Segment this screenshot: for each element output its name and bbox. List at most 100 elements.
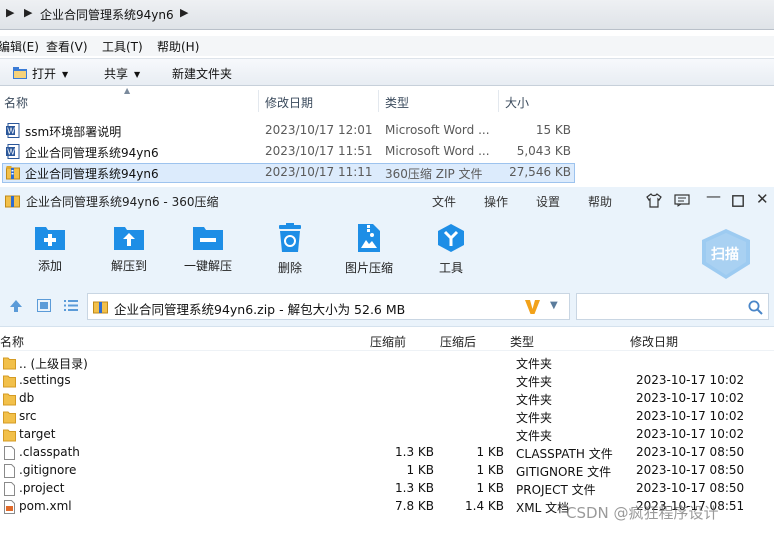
entry-type: 文件夹: [516, 429, 553, 443]
menu-tools[interactable]: 工具(T): [102, 38, 143, 55]
file-type: 360压缩 ZIP 文件: [385, 167, 483, 181]
back-arrow-icon[interactable]: ▶: [6, 6, 14, 19]
new-folder-button[interactable]: 新建文件夹: [172, 65, 232, 82]
column-size-before[interactable]: 压缩前: [370, 333, 406, 350]
close-icon[interactable]: ✕: [756, 190, 769, 208]
maximize-icon[interactable]: [732, 195, 744, 207]
file-row[interactable]: .project 1.3 KB 1 KB PROJECT 文件 2023-10-17 0…: [0, 480, 774, 498]
sort-up-icon: ▲: [124, 86, 131, 95]
chevron-down-icon[interactable]: ▼: [550, 300, 558, 311]
delete-button[interactable]: 删除: [277, 223, 303, 276]
column-size[interactable]: 大小: [505, 94, 529, 111]
entry-size-before: 1.3 KB: [395, 445, 434, 459]
tools-label: 工具: [438, 261, 463, 275]
entry-type: 文件夹: [516, 411, 553, 425]
large-icon-view-icon[interactable]: [37, 299, 51, 312]
up-arrow-icon[interactable]: [9, 299, 23, 313]
file-row[interactable]: .gitignore 1 KB 1 KB GITIGNORE 文件 2023-10-17…: [0, 462, 774, 480]
open-label: 打开: [32, 67, 57, 81]
file-row-selected[interactable]: 企业合同管理系统94yn6 2023/10/17 11:11 360压缩 ZIP…: [2, 163, 575, 183]
column-modified[interactable]: 修改日期: [265, 94, 313, 111]
folder-row[interactable]: src 文件夹 2023-10-17 10:02: [0, 408, 774, 426]
search-input[interactable]: [576, 293, 769, 320]
file-row[interactable]: W 企业合同管理系统94yn6 2023/10/17 11:51 Microso…: [2, 142, 575, 162]
file-type: Microsoft Word ...: [385, 123, 490, 137]
entry-size-after: 1 KB: [476, 445, 504, 459]
column-modified[interactable]: 修改日期: [630, 333, 678, 350]
app-icon: [5, 195, 20, 208]
column-name[interactable]: 名称: [0, 333, 24, 350]
open-icon: [13, 67, 27, 79]
column-divider[interactable]: [378, 90, 379, 112]
minimize-icon[interactable]: —: [706, 187, 721, 205]
explorer-menu-bar: 编辑(E) 查看(V) 工具(T) 帮助(H): [0, 36, 774, 56]
image-compress-label: 图片压缩: [345, 261, 394, 275]
entry-type: PROJECT 文件: [516, 483, 596, 497]
menu-help[interactable]: 帮助: [588, 193, 612, 210]
one-click-extract-button[interactable]: 一键解压: [184, 223, 232, 274]
column-size-after[interactable]: 压缩后: [440, 333, 476, 350]
entry-size-before: 1.3 KB: [395, 481, 434, 495]
skin-icon[interactable]: [646, 193, 662, 208]
list-view-icon[interactable]: [64, 299, 78, 312]
scan-label: 扫描: [711, 247, 739, 263]
menu-settings[interactable]: 设置: [536, 193, 560, 210]
archive-path-field[interactable]: 企业合同管理系统94yn6.zip - 解包大小为 52.6 MB ▼: [87, 293, 570, 320]
entry-name: pom.xml: [19, 499, 72, 513]
entry-size-after: 1 KB: [476, 463, 504, 477]
folder-icon: [3, 357, 16, 370]
column-type[interactable]: 类型: [385, 94, 409, 111]
zip-toolbar: 添加 解压到 一键解压 删除 图片压缩 工具 扫描: [0, 215, 774, 287]
entry-type: CLASSPATH 文件: [516, 447, 613, 461]
folder-row[interactable]: target 文件夹 2023-10-17 10:02: [0, 426, 774, 444]
entry-name: .classpath: [19, 445, 80, 459]
column-name[interactable]: 名称: [4, 94, 28, 111]
verified-v-icon[interactable]: [524, 299, 541, 315]
entry-modified: 2023-10-17 08:50: [636, 445, 745, 459]
file-name: 企业合同管理系统94yn6: [25, 167, 159, 181]
file-size: 15 KB: [535, 123, 571, 137]
share-button[interactable]: 共享 ▼: [104, 65, 140, 82]
image-compress-button[interactable]: 图片压缩: [345, 223, 393, 276]
entry-type: XML 文档: [516, 501, 570, 515]
menu-edit[interactable]: 编辑(E): [0, 38, 39, 55]
folder-row[interactable]: .settings 文件夹 2023-10-17 10:02: [0, 372, 774, 390]
menu-help[interactable]: 帮助(H): [157, 38, 199, 55]
extract-to-button[interactable]: 解压到: [111, 223, 147, 274]
column-type[interactable]: 类型: [510, 333, 534, 350]
image-compress-icon: [358, 224, 380, 252]
file-size: 5,043 KB: [516, 144, 571, 158]
entry-modified: 2023-10-17 10:02: [636, 391, 745, 405]
menu-file[interactable]: 文件: [432, 193, 456, 210]
file-row[interactable]: W ssm环境部署说明 2023/10/17 12:01 Microsoft W…: [2, 121, 575, 141]
breadcrumb-chevron-icon[interactable]: ▶: [180, 6, 188, 19]
add-button[interactable]: 添加: [34, 223, 66, 274]
file-row[interactable]: .classpath 1.3 KB 1 KB CLASSPATH 文件 2023-10-…: [0, 444, 774, 462]
entry-name: .project: [19, 481, 65, 495]
entry-modified: 2023-10-17 10:02: [636, 427, 745, 441]
file-modified: 2023/10/17 12:01: [265, 123, 373, 137]
breadcrumb-chevron-icon[interactable]: ▶: [24, 6, 32, 19]
column-divider[interactable]: [258, 90, 259, 112]
entry-name: .gitignore: [19, 463, 77, 477]
folder-row[interactable]: .. (上级目录) 文件夹: [0, 354, 774, 372]
chevron-down-icon: ▼: [62, 70, 69, 79]
open-button[interactable]: 打开 ▼: [12, 65, 68, 82]
chevron-down-icon: ▼: [134, 70, 141, 79]
menu-view[interactable]: 查看(V): [46, 38, 88, 55]
folder-row[interactable]: db 文件夹 2023-10-17 10:02: [0, 390, 774, 408]
entry-name: target: [19, 427, 56, 441]
scan-button[interactable]: 扫描: [697, 228, 755, 280]
explorer-path[interactable]: 企业合同管理系统94yn6: [40, 6, 174, 23]
window-title: 企业合同管理系统94yn6 - 360压缩: [26, 195, 219, 209]
feedback-icon[interactable]: [674, 194, 690, 207]
column-divider[interactable]: [498, 90, 499, 112]
entry-type: 文件夹: [516, 357, 553, 371]
share-label: 共享: [104, 67, 129, 81]
entry-type: 文件夹: [516, 393, 553, 407]
extract-to-label: 解压到: [111, 259, 148, 273]
search-icon[interactable]: [748, 300, 763, 315]
watermark: CSDN @疯狂程序设计: [566, 504, 719, 522]
tools-button[interactable]: 工具: [436, 223, 466, 276]
menu-operation[interactable]: 操作: [484, 193, 508, 210]
